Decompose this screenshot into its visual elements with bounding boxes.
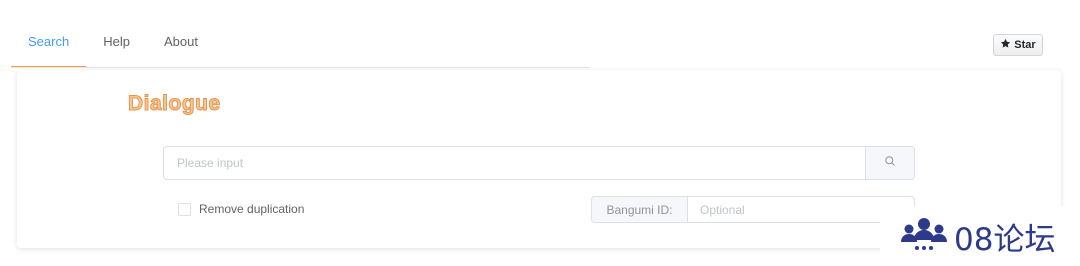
remove-duplication-label: Remove duplication — [199, 202, 305, 216]
search-box — [163, 146, 915, 180]
tab-bar: Search Help About — [11, 22, 215, 68]
watermark-text: 08论坛 — [954, 221, 1056, 258]
remove-duplication-checkbox[interactable] — [178, 202, 191, 216]
people-group-icon — [900, 216, 948, 257]
star-icon — [1000, 38, 1011, 52]
tab-help[interactable]: Help — [86, 22, 147, 62]
tab-divider — [11, 67, 590, 68]
search-button[interactable] — [865, 147, 914, 179]
tab-search[interactable]: Search — [11, 22, 87, 68]
star-button-label: Star — [1014, 39, 1036, 51]
bangumi-id-group: Bangumi ID: — [591, 196, 915, 223]
star-button[interactable]: Star — [993, 34, 1043, 56]
tab-about[interactable]: About — [147, 22, 215, 62]
remove-duplication-option[interactable]: Remove duplication — [178, 202, 304, 216]
search-input[interactable] — [164, 147, 865, 179]
bangumi-id-label: Bangumi ID: — [592, 197, 688, 222]
watermark: 08论坛 — [880, 206, 1080, 266]
search-icon — [884, 154, 896, 172]
page-title: Dialogue — [128, 92, 221, 116]
